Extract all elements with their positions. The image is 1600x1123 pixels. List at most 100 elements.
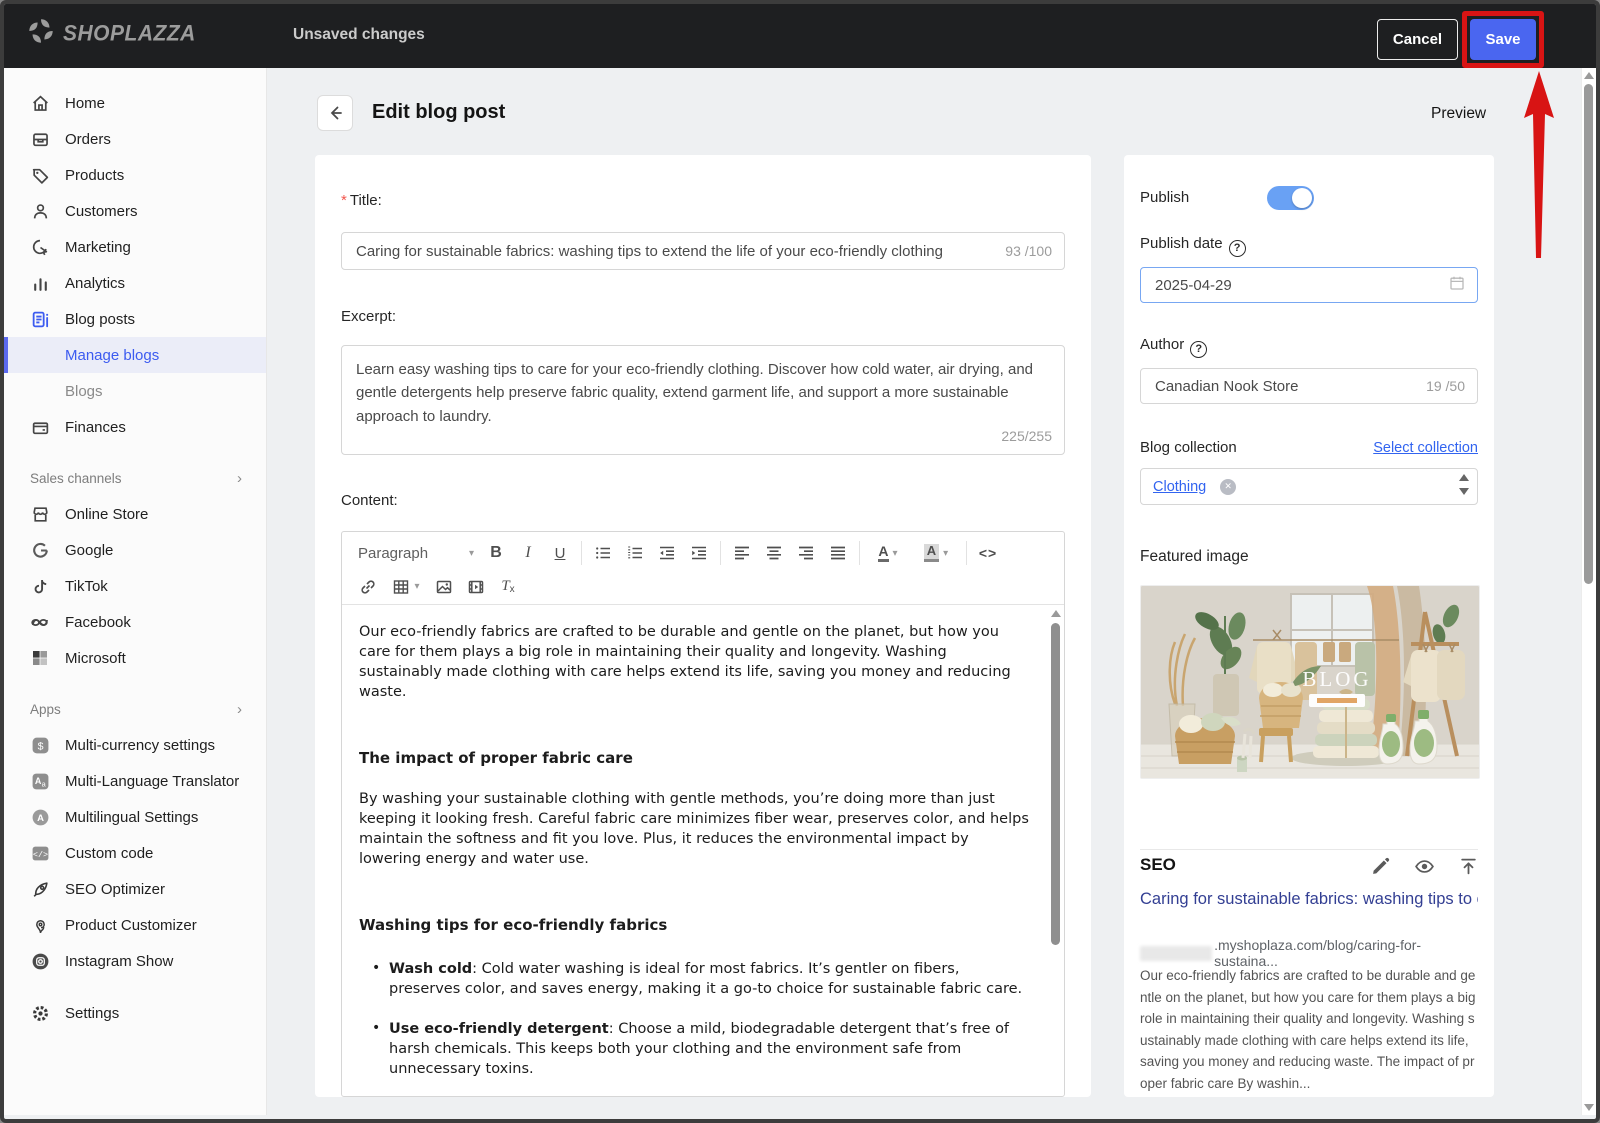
sidebar-item-blogs[interactable]: Blogs [4, 373, 266, 409]
sidebar-item-finances[interactable]: Finances [4, 409, 266, 445]
collection-box[interactable]: Clothing ✕ [1140, 468, 1478, 505]
editor-content-area[interactable]: Our eco-friendly fabrics are crafted to … [342, 606, 1064, 1096]
calendar-icon[interactable] [1449, 275, 1465, 296]
seo-edit-icon[interactable] [1371, 857, 1390, 881]
save-button[interactable]: Save [1470, 19, 1536, 60]
editor-scrollbar[interactable] [1050, 610, 1061, 1090]
sidebar-item-facebook[interactable]: Facebook [4, 604, 266, 640]
page-scrollbar[interactable] [1581, 68, 1596, 1115]
sidebar-item-home[interactable]: Home [4, 85, 266, 121]
seo-preview-eye-icon[interactable] [1414, 857, 1435, 881]
help-icon[interactable]: ? [1190, 340, 1208, 358]
collection-tag-link[interactable]: Clothing [1153, 479, 1206, 495]
sidebar-item-manage-blogs[interactable]: Manage blogs [4, 337, 266, 373]
scroll-down-arrow-icon[interactable] [1584, 1104, 1594, 1111]
remove-tag-icon[interactable]: ✕ [1220, 478, 1237, 495]
sidebar-item-settings[interactable]: Settings [4, 995, 266, 1031]
featured-image[interactable]: BLOG [1140, 585, 1480, 779]
multi-currency-icon: $ [30, 735, 50, 755]
sidebar-item-analytics[interactable]: Analytics [4, 265, 266, 301]
align-justify-button[interactable] [822, 538, 854, 568]
content-heading: Washing tips for eco-friendly fabrics [359, 915, 668, 934]
clear-formatting-button[interactable]: Tx [492, 572, 524, 602]
title-label: * Title: [341, 192, 382, 209]
highlight-color-button[interactable]: A ▾ [911, 538, 961, 568]
seo-collapse-icon[interactable] [1459, 857, 1478, 881]
select-collection-link[interactable]: Select collection [1373, 440, 1478, 456]
sidebar-item-marketing[interactable]: Marketing [4, 229, 266, 265]
product-customizer-icon [30, 915, 50, 935]
panel-divider [1140, 849, 1478, 850]
publish-date-input[interactable] [1153, 275, 1441, 295]
sidebar-item-custom-code[interactable]: </> Custom code [4, 835, 266, 871]
outdent-button[interactable] [651, 538, 683, 568]
author-input[interactable] [1153, 376, 1419, 396]
sidebar-item-google[interactable]: Google [4, 532, 266, 568]
page-scrollbar-thumb[interactable] [1584, 84, 1593, 584]
align-right-button[interactable] [790, 538, 822, 568]
insert-link-button[interactable] [352, 572, 384, 602]
sidebar-item-multi-language-translator[interactable]: Aa Multi-Language Translator [4, 763, 266, 799]
content-paragraph: By washing your sustainable clothing wit… [359, 790, 1029, 867]
spinner-up-icon[interactable] [1459, 474, 1469, 481]
excerpt-textarea[interactable]: Learn easy washing tips to care for your… [341, 345, 1065, 455]
marketing-icon [30, 237, 50, 257]
sidebar-item-orders[interactable]: Orders [4, 121, 266, 157]
sidebar-item-tiktok[interactable]: TikTok [4, 568, 266, 604]
scroll-up-arrow-icon[interactable] [1051, 610, 1061, 617]
publish-date-label: Publish date? [1140, 235, 1478, 257]
underline-button[interactable]: U [544, 538, 576, 568]
sidebar-item-seo-optimizer[interactable]: SEO Optimizer [4, 871, 266, 907]
seo-heading: SEO [1140, 855, 1176, 874]
code-view-button[interactable]: <> [972, 538, 1004, 568]
align-center-button[interactable] [758, 538, 790, 568]
title-char-counter: 93 /100 [1005, 243, 1052, 259]
scroll-up-arrow-icon[interactable] [1584, 72, 1594, 79]
finances-icon [30, 417, 50, 437]
insert-image-button[interactable] [428, 572, 460, 602]
spinner-down-icon[interactable] [1459, 488, 1469, 495]
featured-image-caption: BLOG [1302, 667, 1371, 691]
editor-scrollbar-thumb[interactable] [1051, 623, 1060, 945]
help-icon[interactable]: ? [1228, 239, 1246, 257]
brand-name: SHOPLAZZA [63, 20, 196, 46]
numbered-list-button[interactable] [619, 538, 651, 568]
publish-toggle[interactable] [1267, 186, 1314, 210]
cancel-button[interactable]: Cancel [1377, 19, 1458, 60]
products-icon [30, 165, 50, 185]
sidebar-item-products[interactable]: Products [4, 157, 266, 193]
insert-table-button[interactable]: ▾ [384, 572, 428, 602]
chevron-right-icon: › [237, 469, 242, 487]
svg-text:$: $ [37, 740, 43, 752]
indent-button[interactable] [683, 538, 715, 568]
back-button[interactable] [317, 95, 353, 131]
sidebar-item-product-customizer[interactable]: Product Customizer [4, 907, 266, 943]
sidebar-section-apps[interactable]: Apps › [4, 691, 266, 727]
sidebar-item-multi-currency[interactable]: $ Multi-currency settings [4, 727, 266, 763]
sidebar-item-blog-posts[interactable]: Blog posts [4, 301, 266, 337]
bold-button[interactable]: B [480, 538, 512, 568]
seo-result-description: Our eco-friendly fabrics are crafted to … [1140, 968, 1476, 1091]
font-color-button[interactable]: A ▾ [865, 538, 911, 568]
sidebar-item-microsoft[interactable]: Microsoft [4, 640, 266, 676]
paragraph-style-dropdown[interactable]: Paragraph ▾ [352, 538, 480, 568]
featured-image-label: Featured image [1140, 548, 1249, 565]
preview-link[interactable]: Preview [1431, 105, 1486, 123]
sidebar-item-multilingual-settings[interactable]: A Multilingual Settings [4, 799, 266, 835]
bullet-list-button[interactable] [587, 538, 619, 568]
seo-result-title[interactable]: Caring for sustainable fabrics: washing … [1140, 890, 1478, 909]
sidebar-item-instagram-show[interactable]: Instagram Show [4, 943, 266, 979]
sidebar-item-customers[interactable]: Customers [4, 193, 266, 229]
svg-text:A: A [37, 813, 44, 824]
content-bullet-item: Wash cold: Cold water washing is ideal f… [372, 959, 1030, 999]
sidebar-section-sales-channels[interactable]: Sales channels › [4, 460, 266, 496]
align-left-button[interactable] [726, 538, 758, 568]
insert-video-button[interactable] [460, 572, 492, 602]
svg-text:</>: </> [32, 850, 47, 860]
sidebar-item-online-store[interactable]: Online Store [4, 496, 266, 532]
italic-button[interactable]: I [512, 538, 544, 568]
title-input[interactable] [354, 241, 998, 261]
toolbar-separator [581, 541, 582, 565]
toolbar-separator [966, 541, 967, 565]
author-char-counter: 19 /50 [1426, 378, 1465, 394]
